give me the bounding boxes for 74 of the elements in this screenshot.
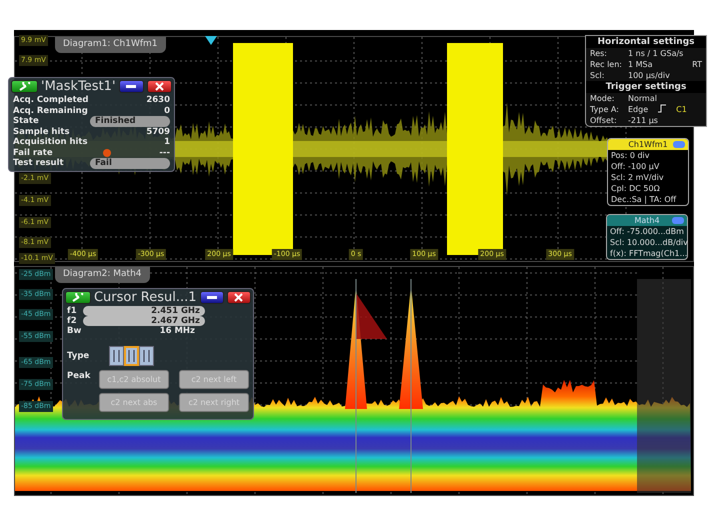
wrench-icon	[18, 82, 30, 92]
setting-label: Type A:	[590, 104, 618, 115]
reading-field: 2.451 GHz	[83, 306, 205, 316]
wrench-button[interactable]	[65, 291, 91, 304]
field-label: Type	[67, 350, 90, 362]
close-button[interactable]	[146, 80, 172, 93]
setting-value: Normal	[628, 93, 657, 104]
setting-value: -211 µs	[628, 115, 658, 126]
field-label: Peak	[67, 370, 92, 383]
field-label: f1	[67, 306, 77, 316]
info-line: Pos: 0 div	[610, 150, 651, 161]
cursor-type-toggle[interactable]	[124, 346, 139, 366]
field-value: 0	[164, 106, 170, 116]
field-label: Acquisition hits	[13, 137, 88, 148]
info-line: Off: -100 µV	[610, 161, 660, 172]
cursor-lines-icon	[127, 350, 136, 362]
dialog-title: 'MaskTest1'	[41, 80, 116, 93]
minimize-icon	[206, 296, 217, 300]
setting-label: Res:	[590, 48, 608, 59]
info-box[interactable]: Ch1Wfm1 Pos: 0 div Off: -100 µV Scl: 2 mV/div Cpl: DC 50Ω Dec.:Sa | TA: Off	[607, 138, 689, 206]
panel-heading: Trigger settings	[586, 81, 706, 93]
info-line: Dec.:Sa | TA: Off	[610, 194, 678, 205]
cursor-lines-icon	[142, 350, 151, 362]
field-label: f2	[67, 316, 77, 326]
reading-value: 16 MHz	[160, 326, 195, 336]
status-field: Finished	[90, 116, 170, 126]
field-label: Sample hits	[13, 126, 70, 137]
diagram-tab[interactable]: Diagram2: Math4	[55, 267, 150, 282]
setting-value: 100 µs/div	[628, 70, 670, 81]
field-value: 1	[164, 137, 170, 148]
field-label: State	[13, 116, 39, 126]
status-field: Fail	[90, 158, 170, 168]
setting-value: 1 MSa	[628, 59, 653, 70]
field-value: ---	[159, 148, 170, 158]
diagram-tab[interactable]: Diagram1: Ch1Wfm1	[55, 37, 166, 52]
info-line: Off: -75.000...dBm	[609, 226, 685, 237]
box-title: Ch1Wfm1	[628, 139, 668, 150]
field-label: Acq. Completed	[13, 95, 88, 106]
rising-edge-icon	[658, 104, 666, 113]
close-button[interactable]	[226, 291, 252, 304]
dialog-title: Cursor Resul...1	[94, 291, 197, 304]
source-label: C1	[676, 104, 687, 115]
setting-value: Edge	[628, 104, 648, 115]
minimize-button[interactable]	[118, 80, 144, 93]
box-title: Math4	[634, 215, 660, 226]
setting-label: Mode:	[590, 93, 616, 104]
field-label: Fail rate	[13, 148, 53, 158]
minimize-icon	[126, 84, 136, 88]
cursor-lines-icon	[112, 350, 121, 362]
close-icon	[154, 82, 164, 91]
minimize-button[interactable]	[200, 291, 224, 304]
collapse-icon	[672, 217, 684, 224]
setting-label: Offset:	[590, 115, 618, 126]
wrench-button[interactable]	[11, 80, 38, 93]
collapse-icon	[673, 141, 685, 148]
panel-heading: Horizontal settings	[586, 36, 706, 48]
setting-label: Scl:	[590, 70, 606, 81]
wrench-icon	[72, 292, 84, 302]
close-icon	[234, 293, 244, 302]
field-label: Acq. Remaining	[13, 106, 88, 116]
info-line: Scl: 2 mV/div	[610, 172, 665, 183]
reading-field: 2.467 GHz	[83, 316, 205, 326]
alert-icon	[103, 148, 112, 157]
cursor-type-toggle[interactable]	[109, 346, 124, 366]
acquisition-mode-label: RT	[692, 59, 702, 70]
field-value: 2630	[146, 95, 170, 106]
setting-value: 1 ns / 1 GSa/s	[628, 48, 684, 59]
info-line: Cpl: DC 50Ω	[610, 183, 661, 194]
field-label: Bw	[67, 326, 82, 336]
cursor-type-toggle[interactable]	[139, 346, 154, 366]
info-line: f(x): FFTmag(Ch1...	[609, 248, 687, 259]
field-label: Test result	[13, 158, 64, 168]
field-value: 5709	[146, 126, 170, 137]
trigger-marker-icon[interactable]	[205, 36, 217, 45]
